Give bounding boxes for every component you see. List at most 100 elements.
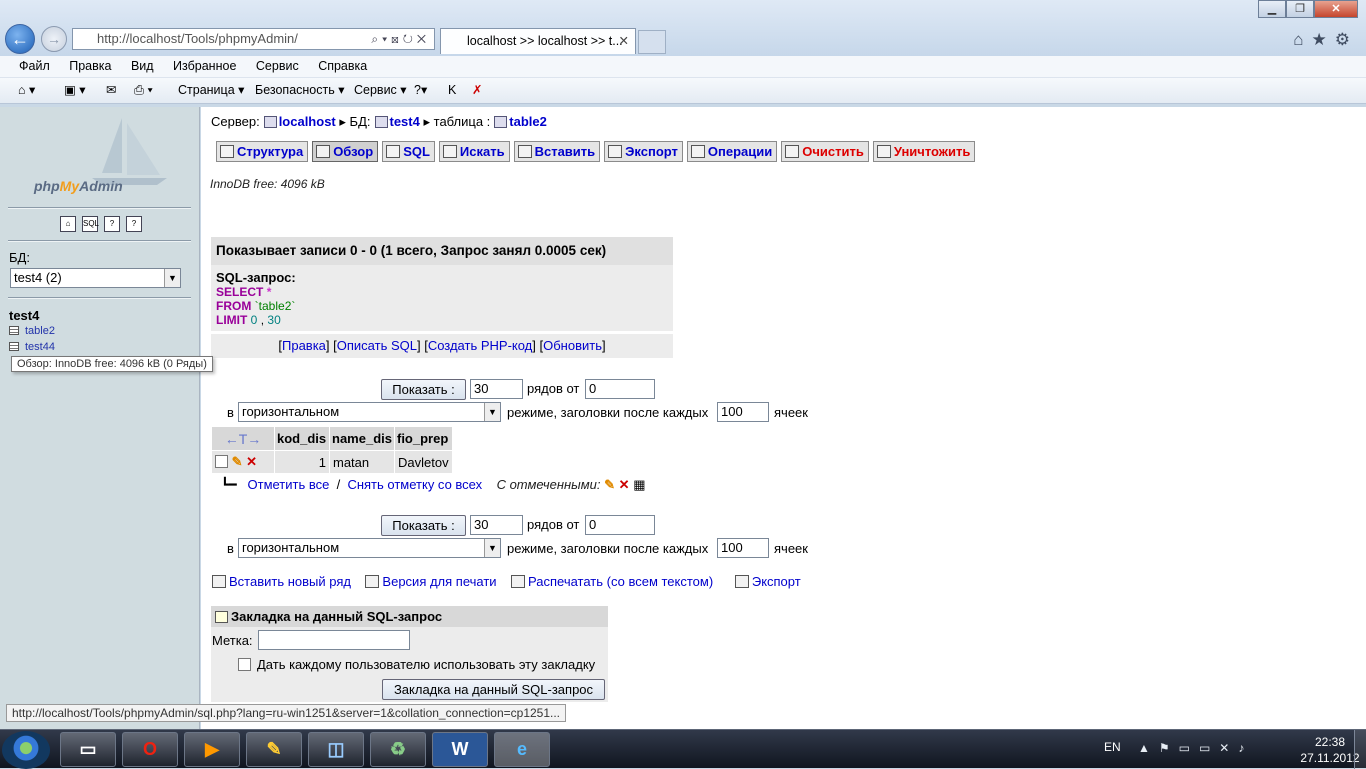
edit-pencil-icon[interactable]: ✎ (232, 454, 243, 469)
rows-input[interactable]: 30 (470, 515, 523, 535)
delete-x-icon[interactable]: ✕ (246, 454, 257, 469)
word-taskbar-icon[interactable]: W (432, 732, 488, 767)
new-tab-button[interactable] (638, 30, 666, 54)
clock[interactable]: 22:38 27.11.2012 (1298, 734, 1362, 766)
edit-pencil-icon[interactable]: ✎ (604, 477, 615, 492)
menu-edit[interactable]: Правка (69, 59, 111, 73)
addon-icon[interactable]: ✗ (472, 78, 482, 103)
table-link[interactable]: table2 (509, 114, 547, 129)
column-header[interactable]: name_dis (330, 427, 394, 450)
restore-icon[interactable]: ❐ (1286, 0, 1314, 18)
tab-export[interactable]: Экспорт (604, 141, 683, 162)
column-arrows-icon[interactable]: ←T→ (212, 427, 274, 450)
bookmark-submit-button[interactable]: Закладка на данный SQL-запрос (382, 679, 605, 700)
home-icon[interactable]: ⌂ (60, 216, 76, 232)
language-indicator[interactable]: EN (1104, 740, 1121, 754)
export-icon[interactable] (734, 575, 749, 588)
print-full-link[interactable]: Распечатать (со всем текстом) (528, 574, 713, 589)
opera-taskbar-icon[interactable]: O (122, 732, 178, 767)
repeat-input[interactable]: 100 (717, 538, 769, 558)
export-link[interactable]: Экспорт (752, 574, 801, 589)
favorites-star-icon[interactable]: ★ (1312, 30, 1335, 49)
column-header[interactable]: kod_dis (275, 427, 329, 450)
start-input[interactable]: 0 (585, 515, 655, 535)
tab-operations[interactable]: Операции (686, 141, 778, 162)
safety-menu[interactable]: Безопасность ▾ (255, 78, 345, 103)
kaspersky-icon[interactable]: K (448, 78, 456, 103)
rss-feed-icon[interactable]: ▣ ▾ (64, 78, 86, 103)
menu-favorites[interactable]: Избранное (173, 59, 236, 73)
browser-tab[interactable]: localhost >> localhost >> t... ✕ (440, 28, 636, 54)
menu-tools[interactable]: Сервис (256, 59, 299, 73)
close-icon[interactable]: ✕ (1314, 0, 1358, 18)
tab-search[interactable]: Искать (438, 141, 510, 162)
database-select[interactable]: test4 (2) ▼ (10, 268, 181, 288)
media-player-taskbar-icon[interactable]: ▶ (184, 732, 240, 767)
mail-icon[interactable]: ✉ (106, 78, 116, 103)
tab-sql[interactable]: SQL (382, 141, 435, 162)
docs-icon[interactable]: ? (104, 216, 120, 232)
menu-view[interactable]: Вид (131, 59, 154, 73)
export-icon[interactable]: ▦ (633, 477, 645, 492)
address-tools-icon[interactable]: ⌕▾⊠↻✕ (371, 29, 430, 49)
edit-link[interactable]: Правка (282, 338, 326, 353)
home-icon[interactable]: ⌂ ▾ (18, 78, 35, 103)
sidebar-table-link[interactable]: test44 (9, 341, 55, 353)
tab-structure[interactable]: Структура (216, 141, 309, 162)
uncheck-all-link[interactable]: Снять отметку со всех (347, 477, 482, 492)
explain-link[interactable]: Описать SQL (337, 338, 417, 353)
start-button[interactable] (2, 731, 50, 769)
php-code-link[interactable]: Создать PHP-код (428, 338, 532, 353)
tab-browse[interactable]: Обзор (312, 141, 379, 162)
delete-x-icon[interactable]: ✕ (619, 477, 630, 492)
page-menu[interactable]: Страница ▾ (178, 78, 244, 103)
back-button[interactable]: ← (5, 24, 35, 54)
ie-taskbar-icon[interactable]: e (494, 732, 550, 767)
show-desktop-button[interactable] (1354, 730, 1366, 769)
sql-query-icon[interactable]: SQL (82, 216, 99, 232)
database-link[interactable]: test4 (390, 114, 420, 129)
row-checkbox[interactable] (215, 455, 228, 468)
rows-input[interactable]: 30 (470, 379, 523, 399)
print-view-link[interactable]: Версия для печати (382, 574, 496, 589)
table-icon[interactable] (9, 326, 19, 335)
recycle-taskbar-icon[interactable]: ♻ (370, 732, 426, 767)
tab-insert[interactable]: Вставить (513, 141, 601, 162)
forward-button[interactable]: → (41, 26, 67, 52)
tab-drop[interactable]: Уничтожить (872, 141, 976, 162)
insert-row-link[interactable]: Вставить новый ряд (229, 574, 351, 589)
daemon-tools-taskbar-icon[interactable]: ◫ (308, 732, 364, 767)
check-all-link[interactable]: Отметить все (248, 477, 330, 492)
start-input[interactable]: 0 (585, 379, 655, 399)
home-icon[interactable]: ⌂ (1293, 30, 1311, 49)
help-icon[interactable]: ?▾ (414, 78, 427, 103)
print-icon[interactable]: ⎙ ▾ (134, 78, 153, 103)
address-bar[interactable]: http://localhost/Tools/phpmyAdmin/ ⌕▾⊠↻✕ (72, 28, 435, 50)
tab-close-icon[interactable]: ✕ (619, 29, 629, 53)
menu-help[interactable]: Справка (318, 59, 367, 73)
print-icon[interactable] (365, 575, 380, 588)
mode-select[interactable]: горизонтальном ▼ (238, 402, 501, 422)
menu-file[interactable]: Файл (19, 59, 50, 73)
server-link[interactable]: localhost (279, 114, 336, 129)
repeat-input[interactable]: 100 (717, 402, 769, 422)
insert-row-icon[interactable] (212, 575, 226, 588)
phpmyadmin-logo[interactable]: phpMyAdmin (34, 178, 123, 194)
show-button[interactable]: Показать : (381, 379, 466, 400)
bookmark-label-input[interactable] (258, 630, 410, 650)
mode-select[interactable]: горизонтальном ▼ (238, 538, 501, 558)
print-full-icon[interactable] (511, 575, 526, 588)
paint-taskbar-icon[interactable]: ✎ (246, 732, 302, 767)
tools-menu[interactable]: Сервис ▾ (354, 78, 407, 103)
tray-icons[interactable]: ▲⚑▭▭✕♪ (1138, 741, 1253, 755)
settings-gear-icon[interactable]: ⚙ (1335, 30, 1358, 49)
share-bookmark-checkbox[interactable] (238, 658, 251, 671)
sidebar-table-link[interactable]: table2 (9, 325, 55, 337)
explorer-taskbar-icon[interactable]: ▭ (60, 732, 116, 767)
minimize-icon[interactable]: ▁ (1258, 0, 1286, 18)
refresh-link[interactable]: Обновить (543, 338, 602, 353)
column-header[interactable]: fio_prep (394, 427, 452, 450)
database-name[interactable]: test4 (9, 308, 39, 323)
tab-empty[interactable]: Очистить (781, 141, 869, 162)
table-icon[interactable] (9, 342, 19, 351)
